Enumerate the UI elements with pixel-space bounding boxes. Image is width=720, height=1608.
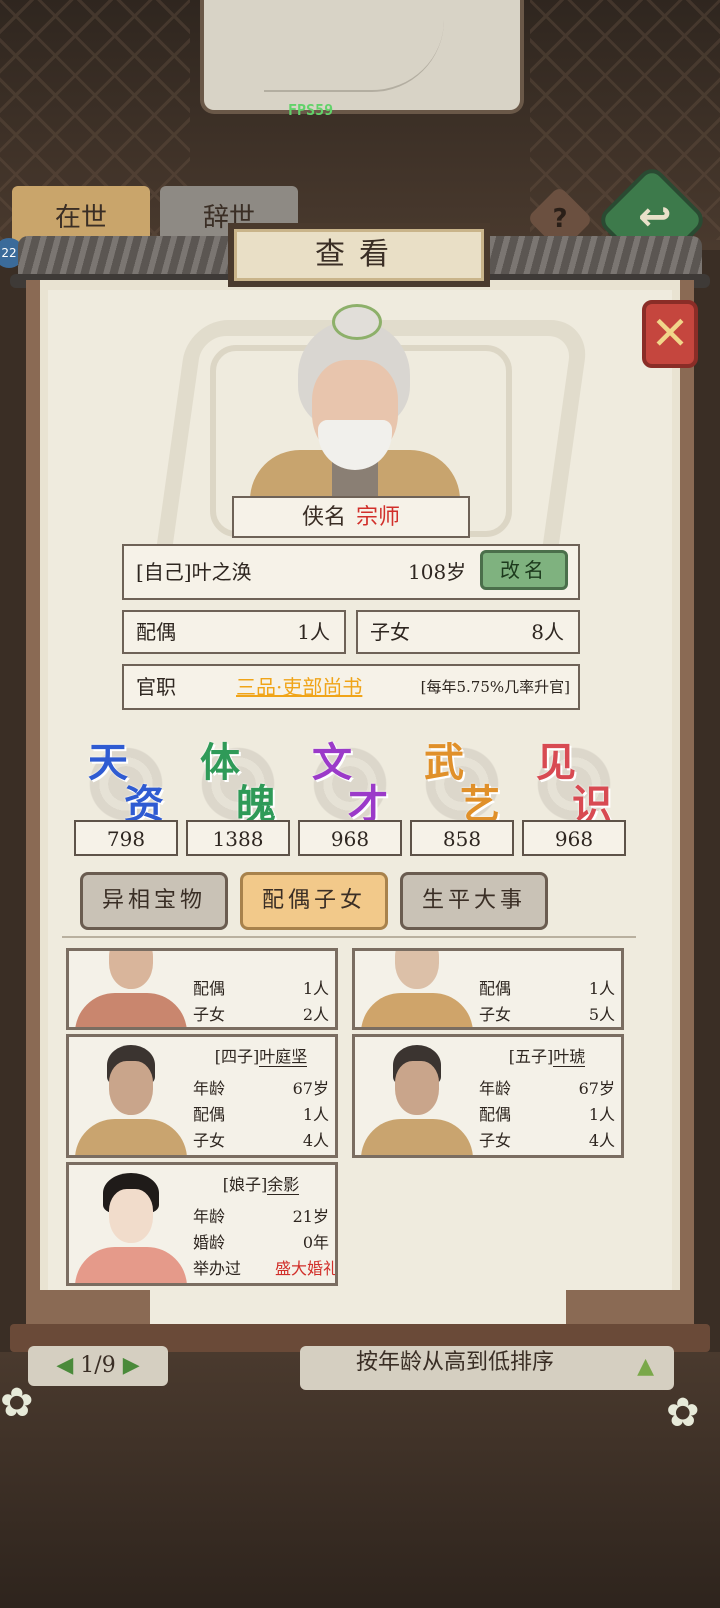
nickname-value: 宗师 [356, 505, 401, 530]
frame-post-right [566, 1290, 686, 1324]
attribute-knowledge-char1: 见 [536, 739, 576, 786]
attribute-knowledge-value: 968 [522, 820, 626, 856]
nickname-label: 侠名 [301, 505, 346, 530]
orchid-painting [200, 0, 524, 114]
attribute-knowledge: 见 识 [522, 730, 626, 828]
family-portrait [361, 1039, 473, 1155]
children-count: 8人 [531, 620, 564, 644]
children-row: 子女 8人 [356, 610, 580, 654]
tab-spouse-children[interactable]: 配偶子女 [240, 872, 388, 930]
family-portrait [75, 951, 187, 1027]
tab-treasures[interactable]: 异相宝物 [80, 872, 228, 930]
family-name: [五子]叶琥 [508, 1047, 586, 1067]
tab-life-events[interactable]: 生平大事 [400, 872, 548, 930]
spouse-count: 1人 [297, 620, 330, 644]
fps-counter: FPS59 [288, 101, 334, 119]
office-row: 官职 三品·吏部尚书 [每年5.75%几率升官] [122, 664, 580, 710]
family-card-wife[interactable]: [娘子]余影 年龄 21岁 婚龄 0年 举办过 盛大婚礼 [66, 1162, 338, 1286]
office-label: 官职 [136, 675, 176, 699]
page-indicator: 1/9 [80, 1353, 116, 1378]
dialog-title: 查看 [228, 223, 490, 287]
family-portrait [75, 1167, 187, 1283]
attribute-talent-char1: 天 [88, 739, 128, 786]
nickname-box: 侠名 宗师 [232, 496, 470, 538]
family-card-partial-1[interactable]: 配偶 1人 子女 2人 [66, 948, 338, 1030]
attribute-talent-value: 798 [74, 820, 178, 856]
family-card-partial-2[interactable]: 配偶 1人 子女 5人 [352, 948, 624, 1030]
attribute-martial-char1: 武 [424, 739, 464, 786]
pager: ◀ 1/9 ▶ [28, 1346, 168, 1386]
family-portrait [361, 951, 473, 1027]
family-card-fourth-son[interactable]: [四子]叶庭坚 年龄 67岁 配偶 1人 子女 4人 [66, 1034, 338, 1158]
attribute-physique-char1: 体 [200, 739, 240, 786]
office-promotion-rate: [每年5.75%几率升官] [420, 678, 570, 696]
office-rank[interactable]: 三品·吏部尚书 [236, 666, 362, 708]
family-name: [四子]叶庭坚 [214, 1047, 308, 1067]
spouse-row: 配偶 1人 [122, 610, 346, 654]
attribute-physique: 体 魄 [186, 730, 290, 828]
identity-age: 108岁 [408, 560, 467, 584]
close-icon: ✕ [650, 306, 690, 360]
next-page-icon[interactable]: ▶ [123, 1353, 140, 1378]
children-label: 子女 [370, 620, 410, 644]
attribute-physique-value: 1388 [186, 820, 290, 856]
rename-button[interactable]: 改名 [480, 550, 568, 590]
family-portrait [75, 1039, 187, 1155]
family-card-fifth-son[interactable]: [五子]叶琥 年龄 67岁 配偶 1人 子女 4人 [352, 1034, 624, 1158]
family-name: [娘子]余影 [222, 1175, 300, 1195]
flower-decoration-right: ✿ [666, 1390, 700, 1436]
close-button[interactable]: ✕ [642, 300, 698, 368]
sort-button[interactable]: 按年龄从高到低排序 ▲ [300, 1346, 674, 1390]
bottom-bar [0, 1352, 720, 1608]
attribute-literary-value: 968 [298, 820, 402, 856]
attribute-literary-char1: 文 [312, 739, 352, 786]
attribute-literary: 文 才 [298, 730, 402, 828]
spouse-label: 配偶 [136, 620, 176, 644]
character-portrait [250, 300, 460, 500]
attribute-martial: 武 艺 [410, 730, 514, 828]
sort-triangle-icon: ▲ [637, 1354, 654, 1379]
flower-decoration-left: ✿ [0, 1380, 34, 1426]
sort-label: 按年龄从高到低排序 [356, 1350, 555, 1375]
attribute-talent: 天 资 [74, 730, 178, 828]
identity-name: [自己]叶之涣 [136, 560, 252, 584]
attribute-martial-value: 858 [410, 820, 514, 856]
prev-page-icon[interactable]: ◀ [56, 1353, 73, 1378]
frame-post-left [30, 1290, 150, 1324]
